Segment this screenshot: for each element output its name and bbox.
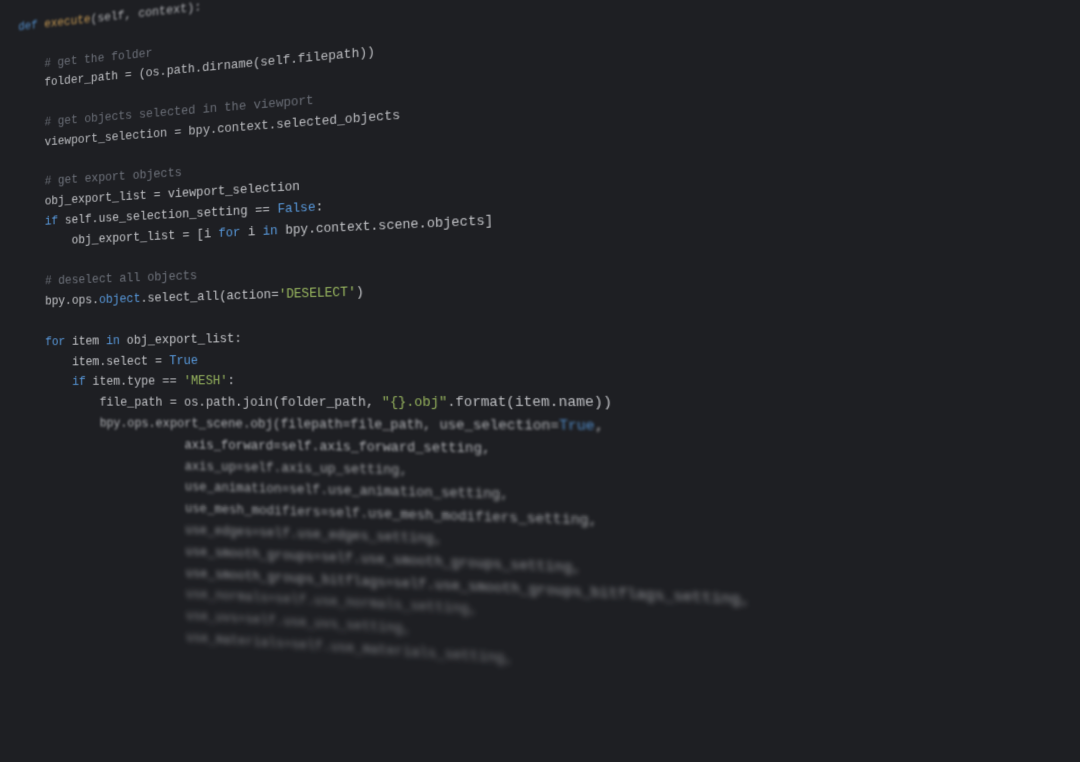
code-token: i [240, 223, 262, 239]
code-token: : [315, 199, 323, 215]
code-token: , [594, 417, 604, 434]
code-token: in [263, 223, 278, 239]
code-token: axis_forward=self.axis_forward_setting, [184, 437, 490, 457]
code-token: bpy.ops.export_scene.obj(filepath=file_p… [100, 415, 560, 434]
code-token: item.select = [72, 353, 169, 369]
code-token [19, 255, 26, 270]
code-token: True [169, 352, 198, 368]
code-token: for [218, 224, 240, 240]
code-token [18, 97, 25, 112]
code-token: obj_export_list: [120, 330, 242, 347]
code-token [18, 39, 24, 54]
code-token: ) [356, 284, 364, 300]
code-token: object [99, 291, 141, 307]
code-token: .select_all(action= [140, 287, 278, 306]
code-token: False [277, 199, 315, 216]
code-token: : [227, 373, 235, 388]
code-token: def [18, 17, 44, 34]
code-token: # deselect all objects [45, 268, 197, 288]
code-token: item.type == [86, 374, 184, 390]
code-token: item [65, 333, 106, 348]
code-token: if [72, 374, 86, 389]
code-token: in [106, 333, 120, 348]
code-editor: def execute(self, context): # get the fo… [10, 0, 1080, 762]
code-token: 'MESH' [184, 373, 228, 389]
code-token: if [45, 213, 58, 228]
code-token: True [559, 417, 595, 434]
code-token: file_path = os.path.join(folder_path, [99, 394, 382, 410]
code-token: "{}.obj" [382, 394, 448, 410]
code-token: .format(item.name)) [447, 394, 612, 411]
code-token [19, 156, 26, 171]
code-token [19, 315, 26, 330]
code-token: bpy.ops. [45, 292, 99, 308]
code-token: for [45, 334, 65, 349]
code-token: axis_up=self.axis_up_setting, [185, 458, 408, 478]
code-token: execute [44, 12, 90, 31]
code-token: 'DESELECT' [279, 284, 356, 302]
